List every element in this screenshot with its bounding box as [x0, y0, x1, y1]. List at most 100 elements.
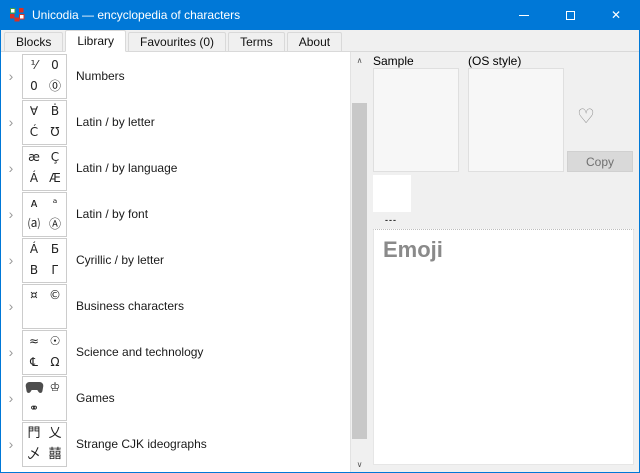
glyph: Ω — [45, 352, 66, 373]
copy-button[interactable]: Copy — [567, 151, 633, 172]
glyph: ♔ — [45, 377, 66, 398]
glyph: ☉ — [45, 331, 66, 352]
glyph: æ — [24, 147, 45, 168]
app-window: Unicodia — encyclopedia of characters ✕ … — [0, 0, 640, 473]
tree-item-label: Numbers — [76, 69, 125, 83]
expand-chevron-icon[interactable]: › — [3, 299, 19, 313]
glyph: 乂 — [45, 423, 66, 444]
tree-item-label: Business characters — [76, 299, 184, 313]
expand-chevron-icon[interactable]: › — [3, 115, 19, 129]
tree-item-label: Latin / by letter — [76, 115, 155, 129]
expand-chevron-icon[interactable]: › — [3, 345, 19, 359]
scrollbar-thumb[interactable] — [352, 103, 367, 439]
glyph: Ć — [24, 122, 45, 143]
glyph: 0 — [45, 55, 66, 76]
window-title: Unicodia — encyclopedia of characters — [32, 8, 501, 22]
glyph: ¤ — [24, 285, 45, 306]
tree-item-label: Games — [76, 391, 115, 405]
tree-item-numbers[interactable]: › ⅟00⓪ Numbers — [1, 53, 350, 99]
glyph: Á — [24, 168, 45, 189]
tree-item-strange-cjk-ideographs[interactable]: › 門乂乄囍 Strange CJK ideographs — [1, 421, 350, 467]
tab-about[interactable]: About — [287, 32, 342, 51]
glyph — [45, 306, 66, 327]
category-icon: ♔⚭ — [22, 376, 67, 421]
tab-blocks[interactable]: Blocks — [4, 32, 63, 51]
glyph: ∀ — [24, 101, 45, 122]
glyph: 門 — [24, 423, 45, 444]
tree-item-business-characters[interactable]: › ¤© Business characters — [1, 283, 350, 329]
category-icon: ¤© — [22, 284, 67, 329]
scroll-up-icon[interactable]: ∧ — [351, 52, 369, 68]
glyph — [24, 306, 45, 327]
glyph: ᴀ — [24, 193, 45, 214]
tree-item-label: Latin / by font — [76, 207, 148, 221]
os-style-label: (OS style) — [468, 54, 521, 68]
glyph: © — [45, 285, 66, 306]
main-area: › ⅟00⓪ Numbers › ∀ḂĆƱ Latin / by letter … — [1, 52, 639, 472]
favourite-heart-icon[interactable]: ♡ — [571, 102, 601, 130]
tree-item-science-and-technology[interactable]: › ≈☉℄Ω Science and technology — [1, 329, 350, 375]
tab-favourites[interactable]: Favourites (0) — [128, 32, 226, 51]
category-icon: ÁБВГ — [22, 238, 67, 283]
glyph: В — [24, 260, 45, 281]
block-heading: Emoji — [383, 237, 633, 263]
glyph: Ç — [45, 147, 66, 168]
glyph: Г — [45, 260, 66, 281]
tree-item-label: Latin / by language — [76, 161, 177, 175]
close-icon: ✕ — [611, 8, 621, 22]
tab-terms[interactable]: Terms — [228, 32, 285, 51]
titlebar[interactable]: Unicodia — encyclopedia of characters ✕ — [1, 0, 639, 30]
glyph: 乄 — [24, 444, 45, 465]
library-tree: › ⅟00⓪ Numbers › ∀ḂĆƱ Latin / by letter … — [1, 52, 350, 472]
tree-item-label: Strange CJK ideographs — [76, 437, 207, 451]
tree-item-label: Science and technology — [76, 345, 203, 359]
maximize-icon — [566, 11, 575, 20]
description-pane: Emoji — [373, 229, 634, 465]
glyph: ⓪ — [45, 76, 66, 97]
expand-chevron-icon[interactable]: › — [3, 391, 19, 405]
sample-label: Sample — [373, 54, 414, 68]
close-button[interactable]: ✕ — [593, 0, 639, 30]
glyph: Б — [45, 239, 66, 260]
tree-item-latin-by-letter[interactable]: › ∀ḂĆƱ Latin / by letter — [1, 99, 350, 145]
minimize-icon — [519, 15, 529, 16]
tree-item-latin-by-font[interactable]: › ᴀᵃ⒜Ⓐ Latin / by font — [1, 191, 350, 237]
category-icon: ∀ḂĆƱ — [22, 100, 67, 145]
placeholder-dashes: --- — [385, 215, 397, 225]
category-icon: æÇÁÆ — [22, 146, 67, 191]
glyph: Ⓐ — [45, 214, 66, 235]
category-icon: ⅟00⓪ — [22, 54, 67, 99]
tree-item-label: Cyrillic / by letter — [76, 253, 164, 267]
tree-item-latin-by-language[interactable]: › æÇÁÆ Latin / by language — [1, 145, 350, 191]
category-icon: ᴀᵃ⒜Ⓐ — [22, 192, 67, 237]
category-icon: ≈☉℄Ω — [22, 330, 67, 375]
glyph: ≈ — [24, 331, 45, 352]
glyph: 0 — [24, 76, 45, 97]
window-controls: ✕ — [501, 0, 639, 30]
preview-panel: Sample (OS style) ♡ Copy --- Emoji — [368, 52, 639, 472]
expand-chevron-icon[interactable]: › — [3, 69, 19, 83]
glyph: 囍 — [45, 444, 66, 465]
glyph: ⒜ — [24, 214, 45, 235]
expand-chevron-icon[interactable]: › — [3, 437, 19, 451]
glyph: ⅟ — [24, 55, 45, 76]
scroll-down-icon[interactable]: ∨ — [351, 456, 369, 472]
maximize-button[interactable] — [547, 0, 593, 30]
app-icon — [9, 7, 25, 23]
expand-chevron-icon[interactable]: › — [3, 207, 19, 221]
expand-chevron-icon[interactable]: › — [3, 161, 19, 175]
glyph: Á — [24, 239, 45, 260]
glyph: Ḃ — [45, 101, 66, 122]
glyph: ⚭ — [24, 398, 45, 419]
glyph: ℄ — [24, 352, 45, 373]
glyph: Æ — [45, 168, 66, 189]
minimize-button[interactable] — [501, 0, 547, 30]
tree-item-games[interactable]: › ♔⚭ Games — [1, 375, 350, 421]
expand-chevron-icon[interactable]: › — [3, 253, 19, 267]
glyph — [45, 398, 66, 419]
tab-bar: Blocks Library Favourites (0) Terms Abou… — [1, 30, 639, 52]
tab-library[interactable]: Library — [65, 30, 126, 52]
list-scrollbar[interactable]: ∧ ∨ — [350, 52, 368, 472]
tree-item-cyrillic-by-letter[interactable]: › ÁБВГ Cyrillic / by letter — [1, 237, 350, 283]
character-cell-preview — [373, 175, 411, 212]
